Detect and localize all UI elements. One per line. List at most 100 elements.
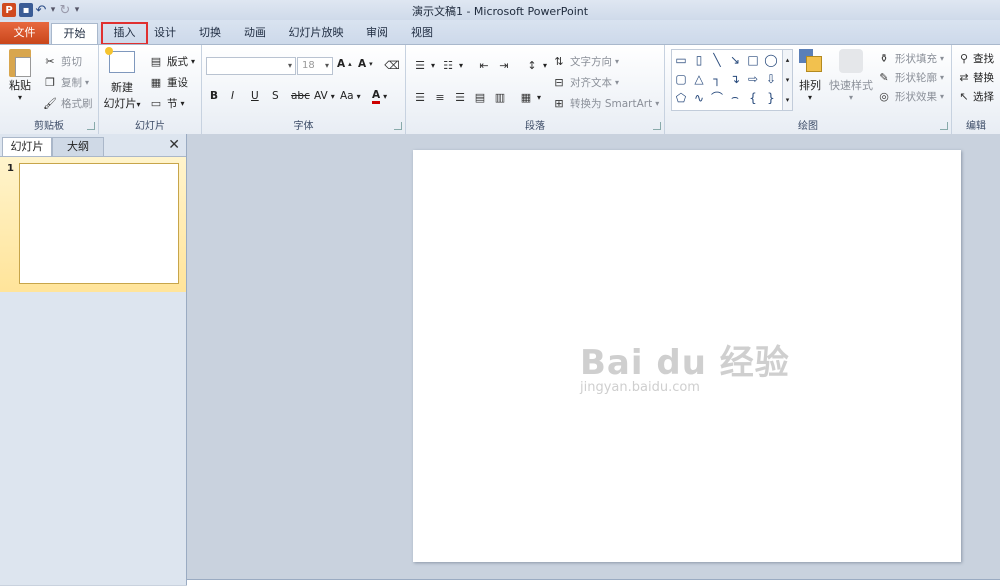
decrease-indent-icon: ⇤ <box>479 58 489 72</box>
select-button[interactable]: ↖ 选择 <box>958 88 994 104</box>
arc-shape-icon[interactable]: ⌒ <box>708 88 726 107</box>
columns-button[interactable]: ▦ ▾ <box>518 89 541 105</box>
layout-button[interactable]: ▤ 版式 ▾ <box>148 53 195 69</box>
shapes-gallery-scroll[interactable]: ▴ ▾ ▾ <box>782 49 793 111</box>
new-slide-label-text: 幻灯片 <box>103 97 137 110</box>
tab-design[interactable]: 设计 <box>148 23 182 44</box>
pen-icon: ✎ <box>879 70 889 84</box>
dialog-launcher-icon[interactable] <box>87 122 95 130</box>
find-button[interactable]: ⚲ 查找 <box>958 50 994 66</box>
tab-slideshow[interactable]: 幻灯片放映 <box>283 23 349 44</box>
paste-button[interactable]: 粘贴 ▾ <box>4 49 36 102</box>
copy-button[interactable]: ❐ 复制 ▾ <box>42 74 89 90</box>
italic-button[interactable]: I <box>231 90 234 102</box>
grow-font-button[interactable]: A ▴ <box>337 58 352 70</box>
elbow-arrow-icon[interactable]: ↴ <box>726 69 744 88</box>
shadow-button[interactable]: S <box>272 90 279 102</box>
bold-button[interactable]: B <box>210 90 218 102</box>
smartart-icon: ⊞ <box>554 96 564 110</box>
slide-number: 1 <box>7 163 14 174</box>
new-slide-icon <box>105 47 135 73</box>
tab-transitions[interactable]: 切换 <box>193 23 227 44</box>
tab-animations[interactable]: 动画 <box>238 23 272 44</box>
shapes-gallery[interactable]: ▭ ▯ ╲ ↘ □ ◯ ▢ △ ┐ ↴ ⇨ ⇩ ⬠ ∿ ⌒ ⌢ { } <box>671 49 783 111</box>
clear-format-button[interactable]: ⌫ <box>384 57 400 73</box>
numbering-button[interactable]: ☷ ▾ <box>440 57 463 73</box>
line-spacing-icon: ↕ <box>527 58 537 72</box>
group-paragraph: ☰ ▾ ☷ ▾ ⇤ ⇥ ↕ ▾ ⇅ 文字方向 ▾ ⊟ 对齐文本 ▾ ⊞ 转换为 SmartArt… <box>406 45 665 134</box>
distributed-button[interactable]: ▥ <box>492 89 508 105</box>
tab-file[interactable]: 文件 <box>0 22 49 44</box>
font-size-combo[interactable]: 18 ▾ <box>297 57 333 75</box>
rectangle-shape-icon[interactable]: □ <box>744 50 762 69</box>
align-right-button[interactable]: ☰ <box>452 89 468 105</box>
baidu-watermark: Bai du 经验 jingyan.baidu.com <box>580 335 790 395</box>
shrink-font-label: A <box>358 58 367 70</box>
line-spacing-button[interactable]: ↕ ▾ <box>524 57 547 73</box>
align-left-button[interactable]: ☰ <box>412 89 428 105</box>
tab-outline-panel[interactable]: 大纲 <box>52 137 104 156</box>
tab-insert[interactable]: 插入 <box>101 22 148 45</box>
align-text-button[interactable]: ⊟ 对齐文本 ▾ <box>551 74 619 90</box>
format-painter-button[interactable]: 🖌 格式刷 <box>42 95 93 111</box>
decrease-indent-button[interactable]: ⇤ <box>476 57 492 73</box>
slide-thumbnail[interactable] <box>19 163 179 284</box>
dialog-launcher-icon[interactable] <box>394 122 402 130</box>
change-case-button[interactable]: Aa ▾ <box>340 90 361 102</box>
copy-icon: ❐ <box>45 75 55 89</box>
justify-icon: ▤ <box>474 90 486 104</box>
freeform-shape-icon[interactable]: ⌢ <box>726 88 744 107</box>
format-painter-label: 格式刷 <box>61 97 93 110</box>
dialog-launcher-icon[interactable] <box>940 122 948 130</box>
dialog-launcher-icon[interactable] <box>653 122 661 130</box>
right-brace-icon[interactable]: } <box>762 88 780 107</box>
increase-indent-button[interactable]: ⇥ <box>496 57 512 73</box>
font-name-combo[interactable]: ▾ <box>206 57 296 75</box>
tab-view[interactable]: 视图 <box>405 23 439 44</box>
tab-slides-panel[interactable]: 幻灯片 <box>2 137 52 156</box>
group-editing: ⚲ 查找 ⇄ 替换 ↖ 选择 编辑 <box>952 45 1000 134</box>
underline-button[interactable]: U <box>251 90 259 102</box>
tab-home[interactable]: 开始 <box>51 23 98 45</box>
slide-thumbnail-row[interactable]: 1 <box>0 156 186 292</box>
reset-button[interactable]: ▦ 重设 <box>148 74 188 90</box>
rounded-rect-shape-icon[interactable]: ▢ <box>672 69 690 88</box>
align-center-button[interactable]: ≡ <box>432 89 448 105</box>
effects-icon: ◎ <box>879 89 889 103</box>
shape-outline-button[interactable]: ✎ 形状轮廓 ▾ <box>876 69 944 85</box>
down-arrow-shape-icon[interactable]: ⇩ <box>762 69 780 88</box>
cursor-icon: ↖ <box>959 89 969 103</box>
tab-review[interactable]: 审阅 <box>360 23 394 44</box>
new-slide-button[interactable]: 新建 幻灯片▾ <box>102 47 142 111</box>
shape-fill-button[interactable]: ⚱ 形状填充 ▾ <box>876 50 944 66</box>
curve-shape-icon[interactable]: ∿ <box>690 88 708 107</box>
shrink-font-button[interactable]: A ▾ <box>358 58 373 70</box>
cut-button[interactable]: ✂ 剪切 <box>42 53 82 69</box>
char-spacing-button[interactable]: AV ▾ <box>314 90 335 102</box>
text-direction-button[interactable]: ⇅ 文字方向 ▾ <box>551 53 619 69</box>
textbox-shape-icon[interactable]: ▭ <box>672 50 690 69</box>
find-label: 查找 <box>973 52 994 65</box>
group-label-font: 字体 <box>293 121 314 132</box>
replace-button[interactable]: ⇄ 替换 <box>958 69 994 85</box>
arrow-line-shape-icon[interactable]: ↘ <box>726 50 744 69</box>
pentagon-shape-icon[interactable]: ⬠ <box>672 88 690 107</box>
arrange-button[interactable]: 排列 ▾ <box>793 49 827 102</box>
oval-shape-icon[interactable]: ◯ <box>762 50 780 69</box>
right-arrow-shape-icon[interactable]: ⇨ <box>744 69 762 88</box>
left-brace-icon[interactable]: { <box>744 88 762 107</box>
justify-button[interactable]: ▤ <box>472 89 488 105</box>
select-label: 选择 <box>973 90 994 103</box>
close-icon[interactable]: ✕ <box>168 137 180 153</box>
convert-smartart-button[interactable]: ⊞ 转换为 SmartArt ▾ <box>551 95 659 111</box>
shape-effects-button[interactable]: ◎ 形状效果 ▾ <box>876 88 944 104</box>
line-shape-icon[interactable]: ╲ <box>708 50 726 69</box>
triangle-shape-icon[interactable]: △ <box>690 69 708 88</box>
strikethrough-button[interactable]: abc <box>291 90 310 102</box>
bullets-button[interactable]: ☰ ▾ <box>412 57 435 73</box>
elbow-connector-icon[interactable]: ┐ <box>708 69 726 88</box>
quick-styles-button[interactable]: 快速样式 ▾ <box>829 49 873 102</box>
vertical-textbox-shape-icon[interactable]: ▯ <box>690 50 708 69</box>
font-color-button[interactable]: A ▾ <box>372 89 387 104</box>
section-button[interactable]: ▭ 节 ▾ <box>148 95 185 111</box>
